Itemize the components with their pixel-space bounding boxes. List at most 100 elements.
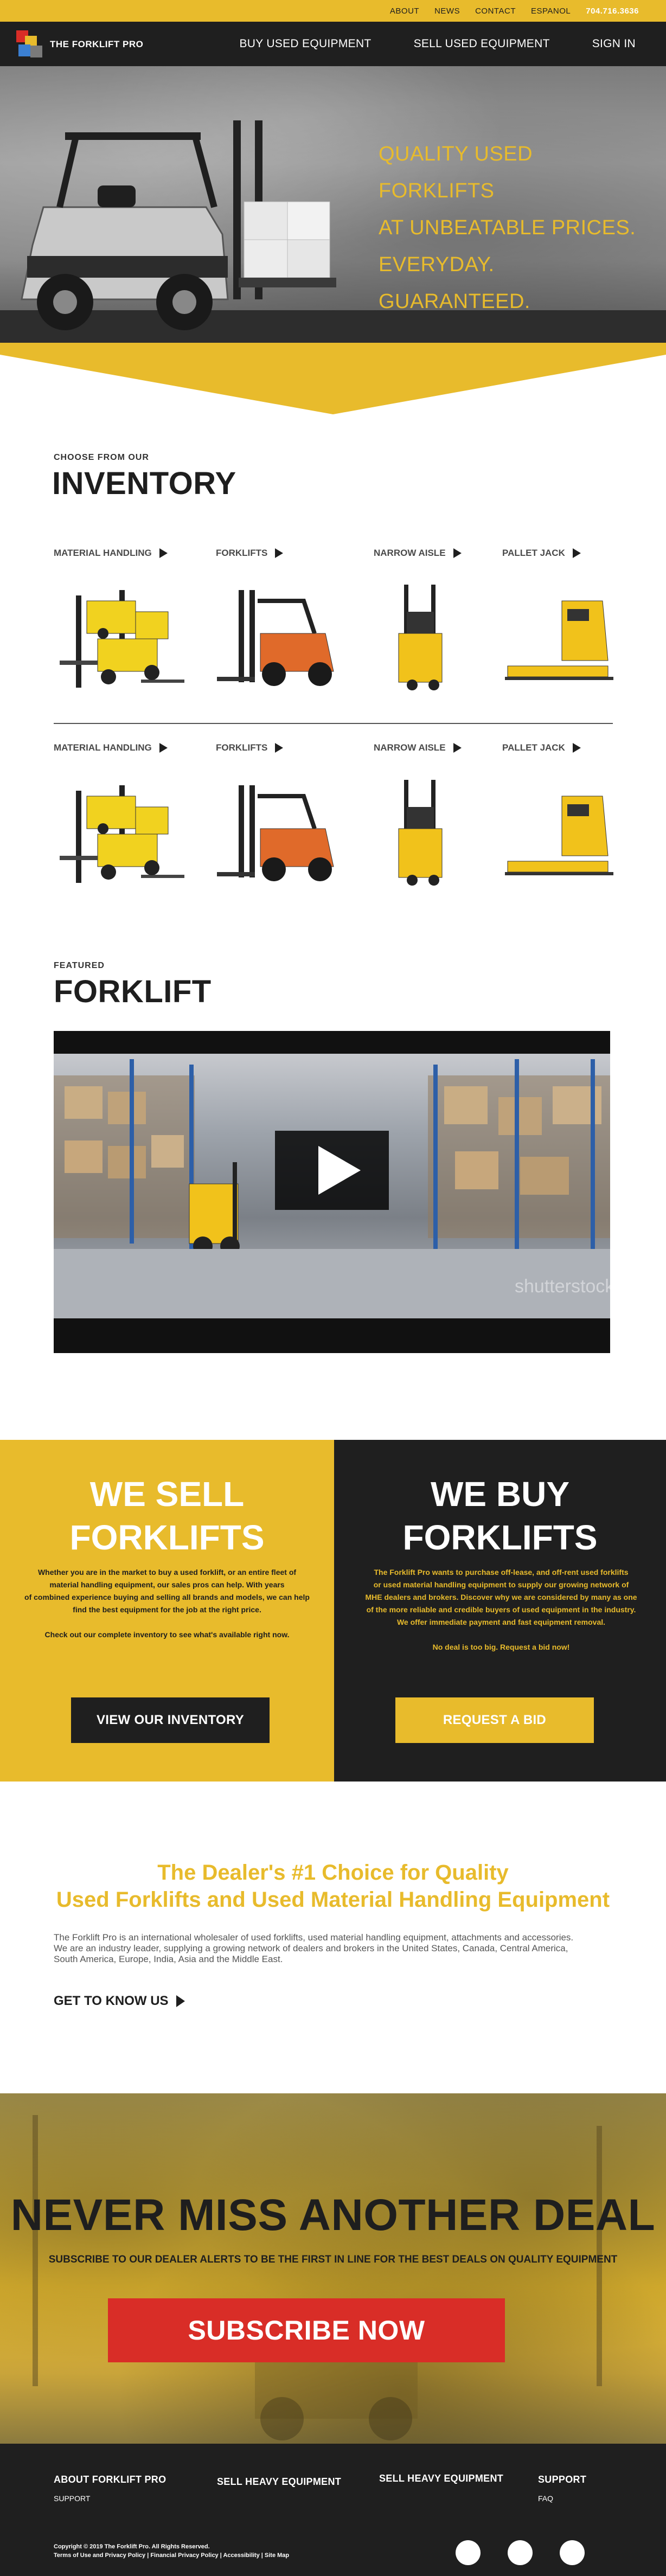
buy-body-line: MHE dealers and brokers. Discover why we… [365,1593,637,1601]
category-material-handling[interactable]: MATERIAL HANDLING [54,548,168,559]
pallet-jack-image[interactable] [502,774,616,888]
hero-line-1: QUALITY USED FORKLIFTS [379,143,533,202]
dealer-paragraph: The Forklift Pro is an international who… [54,1932,618,1965]
arrow-right-icon [275,743,284,753]
utility-bar: ABOUT NEWS CONTACT ESPANOL 704.716.3636 [0,0,666,22]
footer-sell-heavy-link-2[interactable]: SELL HEAVY EQUIPMENT [379,2473,503,2484]
category-forklifts[interactable]: FORKLIFTS [216,548,284,559]
espanol-link[interactable]: ESPANOL [531,7,571,16]
nav-sign-in[interactable]: SIGN IN [592,37,636,50]
footer-support-link[interactable]: SUPPORT [54,2494,166,2503]
request-bid-button[interactable]: REQUEST A BID [395,1697,594,1743]
play-icon [318,1146,361,1195]
category-label: MATERIAL HANDLING [54,548,152,558]
buy-body-cta: No deal is too big. Request a bid now! [432,1643,570,1651]
social-circle-icon[interactable] [508,2540,533,2565]
footer-faq-link[interactable]: FAQ [538,2494,586,2503]
category-label: FORKLIFTS [216,742,268,753]
play-button[interactable] [275,1131,389,1210]
watermark-text: shutterstock [515,1276,610,1297]
footer: ABOUT FORKLIFT PRO SUPPORT SELL HEAVY EQ… [0,2444,666,2576]
narrow-aisle-image[interactable] [382,774,458,888]
sell-body-line: find the best equipment for the job at t… [73,1605,261,1614]
footer-col-sell: SELL HEAVY EQUIPMENT [217,2476,341,2488]
newsletter-title: NEVER MISS ANOTHER DEAL [10,2190,656,2240]
hero-chevron [0,343,666,414]
arrow-right-icon [453,743,462,753]
legal-links[interactable]: Terms of Use and Privacy Policy | Financ… [54,2551,289,2560]
nav-links: BUY USED EQUIPMENT SELL USED EQUIPMENT S… [240,22,636,66]
footer-legal: Copyright © 2019 The Forklift Pro. All R… [54,2542,289,2560]
featured-video[interactable]: shutterstock [54,1031,610,1353]
footer-support-heading-link[interactable]: SUPPORT [538,2474,586,2485]
material-handling-image[interactable] [54,579,189,693]
arrow-right-icon [453,548,462,558]
buy-body-line: We offer immediate payment and fast equi… [396,1618,606,1626]
utility-links: ABOUT NEWS CONTACT ESPANOL 704.716.3636 [390,0,639,22]
about-link[interactable]: ABOUT [390,7,419,16]
hero-banner: QUALITY USED FORKLIFTS AT UNBEATABLE PRI… [0,66,666,343]
social-circle-icon[interactable] [456,2540,481,2565]
logo-text: THE FORKLIFT PRO [50,39,144,49]
category-label: PALLET JACK [502,742,565,753]
nav-buy-used-equipment[interactable]: BUY USED EQUIPMENT [240,37,372,50]
newsletter-banner: NEVER MISS ANOTHER DEAL SUBSCRIBE TO OUR… [0,2093,666,2444]
sell-title-line1: WE SELL [89,1475,245,1514]
category-label: PALLET JACK [502,548,565,558]
dealer-heading-line1: The Dealer's #1 Choice for Quality [157,1861,509,1885]
buy-title-line1: WE BUY [431,1475,569,1514]
hero-line-2: AT UNBEATABLE PRICES. [379,216,636,239]
dealer-paragraph-line: We are an industry leader, supplying a g… [54,1943,568,1953]
logo-squares-icon [16,30,46,59]
subscribe-button[interactable]: SUBSCRIBE NOW [108,2298,505,2362]
newsletter-background-image [33,2115,602,2440]
category-label: NARROW AISLE [374,742,446,753]
sell-body-line: Whether you are in the market to buy a u… [37,1568,297,1577]
dealer-heading-line2: Used Forklifts and Used Material Handlin… [56,1888,610,1912]
pallet-jack-image[interactable] [502,579,616,693]
main-nav: THE FORKLIFT PRO BUY USED EQUIPMENT SELL… [0,22,666,66]
footer-sell-heavy-link[interactable]: SELL HEAVY EQUIPMENT [217,2476,341,2488]
category-label: MATERIAL HANDLING [54,742,152,753]
buy-body: The Forklift Pro wants to purchase off-l… [356,1566,646,1654]
newsletter-subtitle: SUBSCRIBE TO OUR DEALER ALERTS TO BE THE… [48,2254,618,2265]
sell-body-line: of combined experience buying and sellin… [24,1593,310,1601]
footer-col-support: SUPPORT FAQ [538,2474,586,2503]
nav-sell-used-equipment[interactable]: SELL USED EQUIPMENT [414,37,550,50]
we-buy-panel: WE BUY FORKLIFTS The Forklift Pro wants … [334,1440,666,1782]
we-sell-panel: WE SELL FORKLIFTS Whether you are in the… [0,1440,334,1782]
buy-body-line: The Forklift Pro wants to purchase off-l… [374,1568,629,1577]
logo[interactable]: THE FORKLIFT PRO [16,30,143,59]
category-forklifts[interactable]: FORKLIFTS [216,742,284,753]
dealer-paragraph-line: The Forklift Pro is an international who… [54,1932,574,1943]
category-narrow-aisle[interactable]: NARROW AISLE [374,548,462,559]
category-label: NARROW AISLE [374,548,446,558]
category-pallet-jack[interactable]: PALLET JACK [502,742,581,753]
inventory-kicker: CHOOSE FROM OUR [54,453,149,462]
material-handling-image[interactable] [54,774,189,888]
forklift-image[interactable] [212,774,344,888]
footer-about-link[interactable]: ABOUT FORKLIFT PRO [54,2474,166,2485]
copyright-text: Copyright © 2019 The Forklift Pro. All R… [54,2543,210,2550]
featured-kicker: FEATURED [54,961,105,970]
footer-col-about: ABOUT FORKLIFT PRO SUPPORT [54,2474,166,2503]
get-to-know-us-link[interactable]: GET TO KNOW US [54,1994,185,2009]
category-pallet-jack[interactable]: PALLET JACK [502,548,581,559]
hero-line-3: EVERYDAY. GUARANTEED. [379,253,530,313]
category-material-handling[interactable]: MATERIAL HANDLING [54,742,168,753]
featured-title: FORKLIFT [54,974,212,1009]
forklift-image[interactable] [212,579,344,693]
arrow-right-icon [176,1995,185,2007]
view-inventory-button[interactable]: VIEW OUR INVENTORY [71,1697,270,1743]
social-circle-icon[interactable] [560,2540,585,2565]
arrow-right-icon [572,548,581,558]
contact-link[interactable]: CONTACT [475,7,516,16]
hero-tagline: QUALITY USED FORKLIFTS AT UNBEATABLE PRI… [379,136,639,320]
page: ABOUT NEWS CONTACT ESPANOL 704.716.3636 … [0,0,666,2576]
buy-body-line: of the more reliable and credible buyers… [366,1605,636,1614]
narrow-aisle-image[interactable] [382,579,458,693]
phone-link[interactable]: 704.716.3636 [586,7,639,16]
footer-col-sell-2: SELL HEAVY EQUIPMENT [379,2473,503,2484]
category-narrow-aisle[interactable]: NARROW AISLE [374,742,462,753]
news-link[interactable]: NEWS [434,7,460,16]
